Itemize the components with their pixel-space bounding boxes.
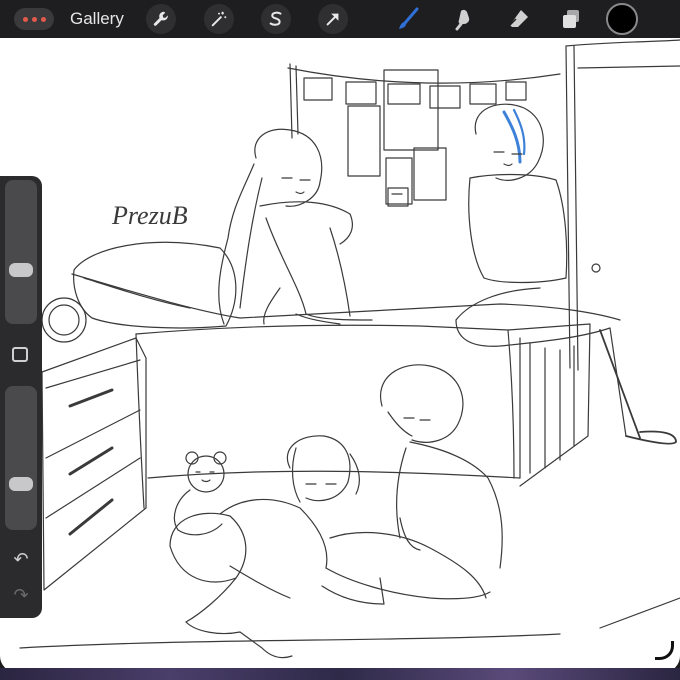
more-dots-icon[interactable] — [14, 8, 54, 30]
undo-icon[interactable]: ↶ — [10, 550, 32, 568]
brush-size-thumb[interactable] — [9, 262, 33, 277]
magic-wand-icon[interactable] — [204, 4, 234, 34]
square-icon[interactable] — [12, 347, 28, 362]
layers-icon[interactable] — [556, 4, 586, 34]
drawing-canvas[interactable]: PrezuB — [0, 38, 680, 672]
brush-icon[interactable] — [393, 4, 423, 34]
brush-size-slider[interactable] — [5, 180, 37, 324]
color-swatch[interactable] — [606, 3, 638, 35]
smudge-icon[interactable] — [449, 4, 479, 34]
selection-s-icon[interactable] — [261, 4, 291, 34]
opacity-slider[interactable] — [5, 386, 37, 530]
signature-text: PrezuB — [111, 201, 188, 230]
sketch-artwork: PrezuB — [19, 39, 680, 659]
gallery-button[interactable]: Gallery — [70, 8, 124, 30]
redo-icon[interactable]: ↷ — [10, 586, 32, 604]
top-toolbar: Gallery — [0, 0, 680, 38]
background-artwork-strip — [0, 668, 680, 680]
opacity-thumb[interactable] — [9, 476, 33, 491]
eraser-icon[interactable] — [504, 4, 534, 34]
sidebar: ↶ ↷ — [0, 176, 42, 618]
move-arrow-icon[interactable] — [318, 4, 348, 34]
wrench-icon[interactable] — [146, 4, 176, 34]
